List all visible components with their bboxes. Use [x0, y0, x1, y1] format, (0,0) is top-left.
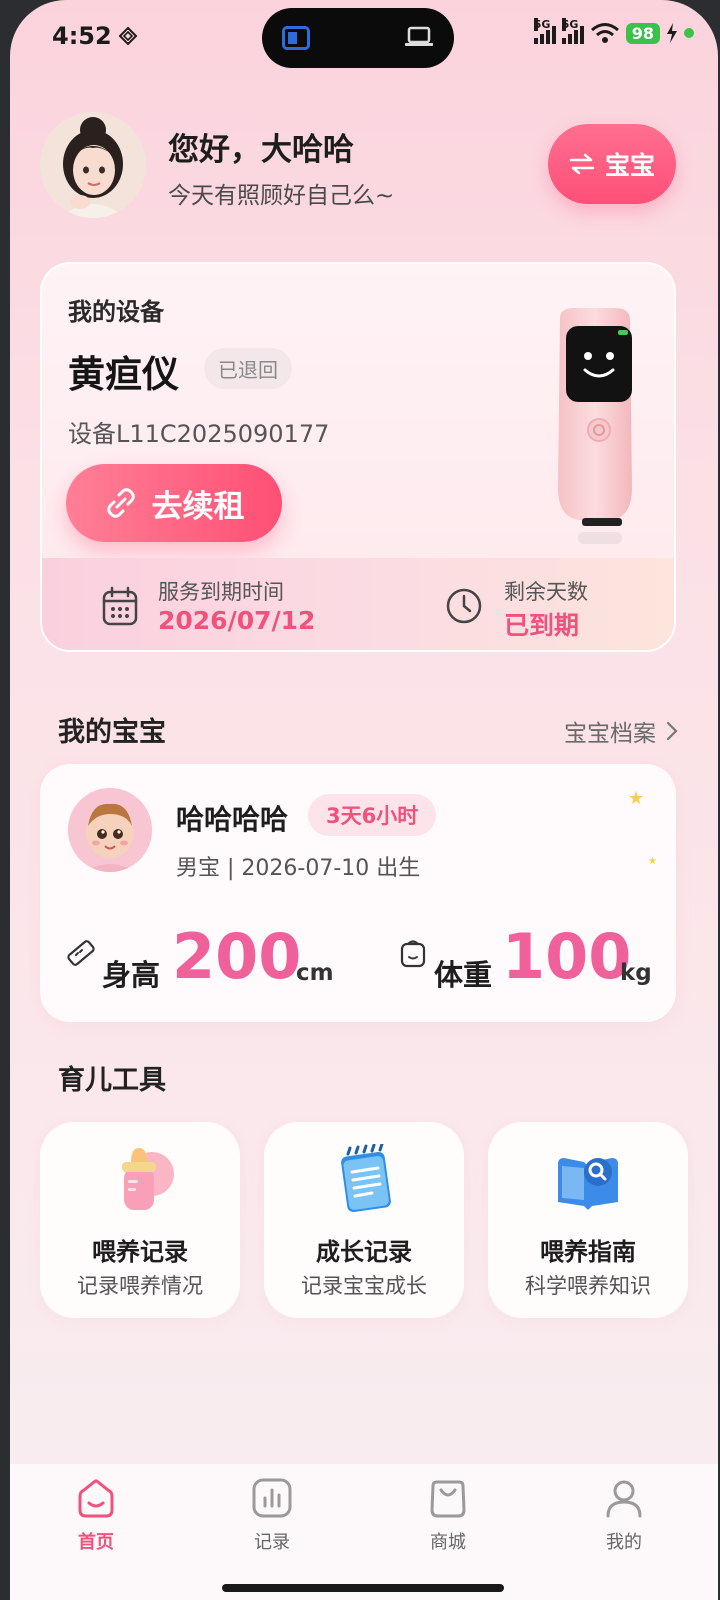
nav-label: 记录 [254, 1532, 290, 1553]
charging-icon [667, 23, 677, 43]
tool-desc: 科学喂养知识 [525, 1274, 651, 1298]
remaining-value: 已到期 [504, 611, 580, 640]
battery-indicator: 98 [625, 22, 660, 44]
app-screen: 4:52 5G 5G 98 您好，大哈哈 今天有照顾好自己么~ 宝宝 我的设备 … [10, 0, 718, 1600]
weight-value: 100 [502, 920, 632, 993]
nav-records[interactable]: 记录 [212, 1478, 332, 1554]
tools-section-title: 育儿工具 [58, 1065, 166, 1096]
tool-feeding-guide[interactable]: 喂养指南 科学喂养知识 [488, 1122, 688, 1318]
baby-info: 男宝 | 2026-07-10 出生 [176, 856, 421, 881]
guide-book-icon [558, 1158, 618, 1210]
baby-archive-link[interactable]: 宝宝档案 [564, 714, 678, 748]
laptop-icon [405, 26, 433, 46]
device-status-badge: 已退回 [204, 348, 292, 389]
switch-baby-label: 宝宝 [604, 151, 655, 180]
baby-name: 哈哈哈哈 [176, 803, 289, 836]
tool-desc: 记录喂养情况 [77, 1274, 203, 1298]
device-name: 黄疸仪 [68, 353, 179, 396]
tool-desc: 记录宝宝成长 [301, 1274, 427, 1298]
signal-icon: 5G [533, 18, 556, 44]
nav-home[interactable]: 首页 [36, 1478, 156, 1554]
nav-label: 首页 [78, 1532, 114, 1553]
baby-archive-label: 宝宝档案 [564, 721, 656, 747]
status-icons: 5G 5G 98 [533, 18, 694, 44]
greeting-subtitle: 今天有照顾好自己么~ [168, 183, 395, 209]
baby-bottle-icon [122, 1148, 174, 1210]
signal-icon: 5G [561, 18, 584, 44]
sparkle-star-icon: ★ [628, 788, 645, 809]
tool-name: 成长记录 [316, 1238, 412, 1266]
wifi-icon [590, 23, 619, 43]
link-icon [106, 488, 135, 518]
dynamic-island [262, 8, 454, 68]
chevron-right-icon [666, 721, 678, 741]
calendar-icon [102, 586, 138, 626]
privacy-dot [684, 28, 694, 38]
greeting-title: 您好，大哈哈 [168, 132, 354, 168]
height-unit: cm [296, 960, 334, 986]
height-value: 200 [172, 920, 302, 993]
height-label: 身高 [102, 958, 161, 992]
notepad-icon [341, 1144, 391, 1213]
user-avatar-illustration [40, 112, 146, 218]
home-icon [78, 1479, 114, 1518]
user-avatar[interactable] [40, 112, 146, 218]
nav-mall[interactable]: 商城 [388, 1478, 508, 1554]
baby-avatar-illustration [68, 788, 152, 872]
weight-unit: kg [620, 960, 652, 986]
device-section-label: 我的设备 [68, 298, 164, 326]
device-card: 我的设备 黄疸仪 已退回 设备L11C2025090177 去续租 服务到期时间… [40, 262, 676, 652]
screen-mirror-icon [282, 26, 310, 50]
tool-name: 喂养记录 [92, 1238, 188, 1266]
status-time: 4:52 [52, 22, 112, 50]
shopping-bag-icon [430, 1480, 466, 1518]
baby-card[interactable]: 哈哈哈哈 3天6小时 男宝 | 2026-07-10 出生 ★ ★ 身高 200… [40, 764, 676, 1022]
clock-icon [446, 588, 482, 624]
weight-scale-icon [400, 940, 426, 968]
weight-label: 体重 [434, 958, 493, 992]
bottom-nav: 首页 记录 商城 我的 [10, 1464, 718, 1600]
home-indicator[interactable] [222, 1584, 504, 1592]
remaining-label: 剩余天数 [504, 580, 588, 604]
nav-profile[interactable]: 我的 [564, 1478, 684, 1554]
user-icon [606, 1480, 642, 1518]
nav-label: 我的 [606, 1532, 642, 1553]
device-serial: 设备L11C2025090177 [68, 420, 330, 448]
device-service-strip: 服务到期时间 2026/07/12 剩余天数 已到期 [42, 558, 674, 650]
location-diamond-icon [118, 26, 138, 46]
baby-section-title: 我的宝宝 [58, 717, 166, 748]
swap-arrows-icon [569, 153, 595, 175]
ruler-icon [67, 940, 95, 966]
switch-baby-button[interactable]: 宝宝 [548, 124, 676, 204]
expiry-value: 2026/07/12 [158, 606, 316, 635]
chart-icon [252, 1478, 292, 1518]
expiry-label: 服务到期时间 [158, 580, 284, 604]
sparkle-star-icon: ★ [648, 856, 657, 867]
tool-name: 喂养指南 [540, 1238, 636, 1266]
baby-avatar [68, 788, 152, 872]
renew-label: 去续租 [151, 488, 245, 525]
jaundice-meter-image [558, 308, 632, 544]
renew-button[interactable]: 去续租 [66, 464, 282, 542]
tool-feeding-record[interactable]: 喂养记录 记录喂养情况 [40, 1122, 240, 1318]
nav-label: 商城 [430, 1532, 466, 1553]
baby-age-badge: 3天6小时 [308, 794, 437, 836]
tool-growth-record[interactable]: 成长记录 记录宝宝成长 [264, 1122, 464, 1318]
